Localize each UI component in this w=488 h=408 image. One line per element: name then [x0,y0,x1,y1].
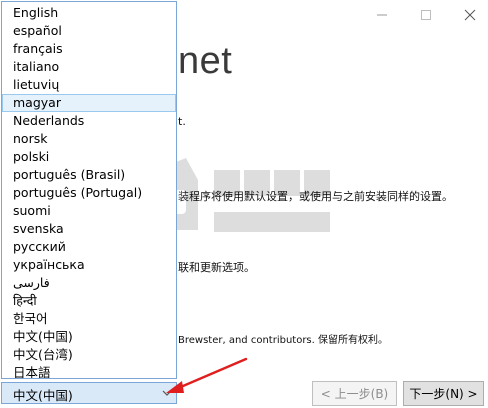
language-dropdown-list[interactable]: English español français italiano lietuvių ma… [1,1,177,379]
description-text: 装程序将使用默认设置，或使用与之前安装同样的设置。 [178,190,453,203]
language-option[interactable]: português (Portugal) [2,184,176,202]
language-option[interactable]: suomi [2,202,176,220]
language-option[interactable]: українська [2,256,176,274]
language-option[interactable]: svenska [2,220,176,238]
maximize-button[interactable] [412,4,440,26]
language-option[interactable]: lietuvių [2,76,176,94]
close-icon [464,9,476,21]
language-option[interactable]: فارسی [2,274,176,292]
language-option[interactable]: italiano [2,58,176,76]
language-option[interactable]: norsk [2,130,176,148]
minimize-icon [377,14,387,16]
language-option[interactable]: 中文(中国) [2,328,176,346]
chevron-down-icon [162,390,172,396]
page-title: net [178,40,233,82]
language-option[interactable]: español [2,22,176,40]
minimize-button[interactable] [368,4,396,26]
maximize-icon [421,10,431,20]
language-option[interactable]: português (Brasil) [2,166,176,184]
language-option[interactable]: magyar [2,94,176,112]
language-option[interactable]: 日本語 [2,364,176,378]
installer-window: net t. 装程序将使用默认设置，或使用与之前安装同样的设置。 联和更新选项。… [0,0,488,408]
description-text: t. [178,115,186,128]
close-button[interactable] [456,4,484,26]
language-option[interactable]: русский [2,238,176,256]
language-option[interactable]: English [2,4,176,22]
language-select[interactable]: 中文(中国) [1,382,177,404]
previous-button[interactable]: < 上一步(B) [312,381,397,406]
language-option[interactable]: polski [2,148,176,166]
language-option[interactable]: 한국어 [2,310,176,328]
language-option[interactable]: 中文(台湾) [2,346,176,364]
copyright-text: Brewster, and contributors. 保留所有权利。 [178,335,388,346]
language-option[interactable]: हिन्दी [2,292,176,310]
description-text: 联和更新选项。 [178,261,255,274]
language-select-value: 中文(中国) [13,388,73,403]
language-option[interactable]: Nederlands [2,112,176,130]
language-option[interactable]: français [2,40,176,58]
next-button[interactable]: 下一步(N) > [403,381,484,406]
